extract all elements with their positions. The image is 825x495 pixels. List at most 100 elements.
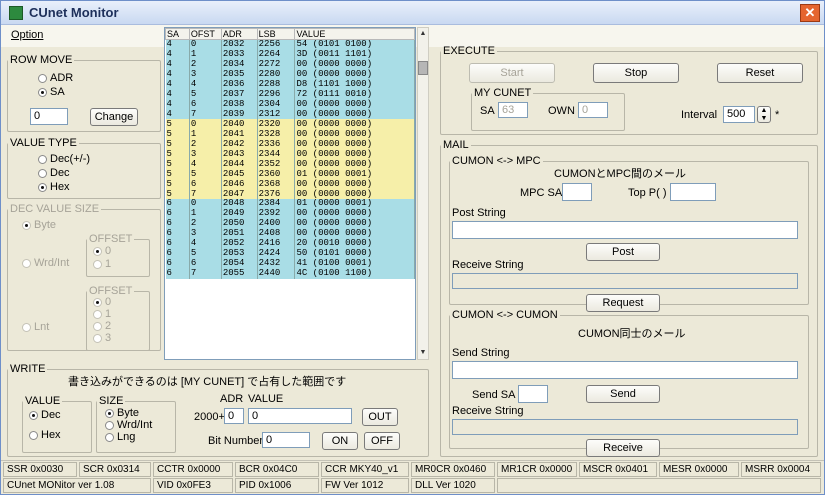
- radio-offset-1[interactable]: 1: [93, 258, 111, 270]
- col-adr[interactable]: ADR: [220, 28, 258, 40]
- window-title: CUnet Monitor: [29, 5, 119, 20]
- row-move-input[interactable]: 0: [30, 108, 68, 125]
- status-fw: FW Ver 1012: [321, 478, 409, 493]
- status-mr0cr: MR0CR 0x0460: [411, 462, 495, 477]
- cell-adr: 2052: [221, 238, 258, 249]
- interval-spinner[interactable]: ▲ ▼: [757, 106, 771, 123]
- mpc-sa-input[interactable]: [562, 183, 592, 201]
- table-row[interactable]: 5 2 2042 2336 00 (0000 0000): [165, 139, 415, 150]
- radio-byte[interactable]: Byte: [22, 219, 56, 231]
- table-row[interactable]: 6 3 2051 2408 00 (0000 0000): [165, 228, 415, 239]
- mycunet-sa-input[interactable]: 63: [498, 102, 528, 118]
- write-legend: WRITE: [10, 363, 46, 375]
- spin-down-icon[interactable]: ▼: [761, 115, 768, 122]
- radio-sa[interactable]: SA: [38, 86, 65, 98]
- table-row[interactable]: 4 0 2032 2256 54 (0101 0100): [165, 39, 415, 50]
- table-row[interactable]: 4 3 2035 2280 00 (0000 0000): [165, 69, 415, 80]
- scroll-thumb[interactable]: [418, 61, 428, 75]
- radio-adr[interactable]: ADR: [38, 72, 73, 84]
- cell-adr: 2046: [221, 179, 258, 190]
- write-value-input[interactable]: 0: [248, 408, 352, 424]
- cell-sa: 4: [165, 39, 190, 50]
- table-row[interactable]: 5 6 2046 2368 00 (0000 0000): [165, 179, 415, 190]
- table-row[interactable]: 5 4 2044 2352 00 (0000 0000): [165, 159, 415, 170]
- radio-dec[interactable]: Dec: [38, 167, 70, 179]
- table-row[interactable]: 6 4 2052 2416 20 (0010 0000): [165, 238, 415, 249]
- table-row[interactable]: 5 1 2041 2328 00 (0000 0000): [165, 129, 415, 140]
- radio-byte-dot: [22, 220, 31, 230]
- radio-dec-signed[interactable]: Dec(+/-): [38, 153, 90, 165]
- post-button[interactable]: Post: [586, 243, 660, 261]
- spin-up-icon[interactable]: ▲: [761, 107, 768, 114]
- table-row[interactable]: 4 7 2039 2312 00 (0000 0000): [165, 109, 415, 120]
- radio-write-hex[interactable]: Hex: [29, 429, 61, 441]
- change-button[interactable]: Change: [90, 108, 138, 126]
- write-value-legend: VALUE: [25, 395, 61, 407]
- col-value[interactable]: VALUE: [294, 28, 415, 40]
- table-row[interactable]: 5 5 2045 2360 01 (0000 0001): [165, 169, 415, 180]
- table-row[interactable]: 5 0 2040 2320 00 (0000 0000): [165, 119, 415, 130]
- radio-lnt[interactable]: Lnt: [22, 321, 49, 333]
- table-row[interactable]: 4 4 2036 2288 D8 (1101 1000): [165, 79, 415, 90]
- status-mscr: MSCR 0x0401: [579, 462, 657, 477]
- radio-hex[interactable]: Hex: [38, 181, 70, 193]
- start-button[interactable]: Start: [469, 63, 555, 83]
- bit-number-input[interactable]: 0: [262, 432, 310, 448]
- interval-input[interactable]: 500: [723, 106, 755, 123]
- table-row[interactable]: 4 2 2034 2272 00 (0000 0000): [165, 59, 415, 70]
- top-p-input[interactable]: [670, 183, 716, 201]
- reset-button[interactable]: Reset: [717, 63, 803, 83]
- table-row[interactable]: 6 0 2048 2384 01 (0000 0001): [165, 199, 415, 209]
- table-row[interactable]: 6 6 2054 2432 41 (0100 0001): [165, 258, 415, 269]
- receive-button[interactable]: Receive: [586, 439, 660, 457]
- cell-sa: 5: [165, 129, 190, 140]
- write-adr-input[interactable]: 0: [224, 408, 244, 424]
- data-grid[interactable]: SA OFST ADR LSB VALUE 4 0 2032 2256 54 (0101…: [164, 27, 416, 360]
- table-row[interactable]: 6 2 2050 2400 00 (0000 0000): [165, 218, 415, 229]
- radio-byte-label: Byte: [34, 219, 57, 231]
- col-sa[interactable]: SA: [165, 28, 190, 40]
- cell-adr: 2051: [221, 228, 258, 239]
- scroll-up-icon[interactable]: ▲: [418, 28, 428, 40]
- table-row[interactable]: 4 5 2037 2296 72 (0111 0010): [165, 89, 415, 100]
- radio-lnt-offset-3[interactable]: 3: [93, 332, 111, 344]
- mycunet-own-input[interactable]: 0: [578, 102, 608, 118]
- table-row[interactable]: 6 5 2053 2424 50 (0101 0000): [165, 248, 415, 259]
- out-button[interactable]: OUT: [362, 408, 398, 426]
- send-string-input[interactable]: [452, 361, 798, 379]
- grid-scrollbar[interactable]: ▲ ▼: [417, 27, 429, 360]
- radio-offset-0[interactable]: 0: [93, 245, 111, 257]
- radio-lnt-offset-0[interactable]: 0: [93, 296, 111, 308]
- scroll-down-icon[interactable]: ▼: [418, 347, 428, 359]
- radio-write-dec[interactable]: Dec: [29, 409, 61, 421]
- menu-option[interactable]: Option: [11, 29, 43, 41]
- radio-size-byte[interactable]: Byte: [105, 407, 139, 419]
- cell-lsb: 2320: [257, 119, 296, 130]
- radio-lnt-offset-2[interactable]: 2: [93, 320, 111, 332]
- close-button[interactable]: ✕: [800, 4, 820, 22]
- on-button[interactable]: ON: [322, 432, 358, 450]
- post-string-input[interactable]: [452, 221, 798, 239]
- radio-hex-label: Hex: [50, 181, 70, 193]
- table-row[interactable]: 4 6 2038 2304 00 (0000 0000): [165, 99, 415, 110]
- table-row[interactable]: 6 7 2055 2440 4C (0100 1100): [165, 268, 415, 279]
- radio-size-lng[interactable]: Lng: [105, 431, 135, 443]
- radio-write-hex-label: Hex: [41, 429, 61, 441]
- table-row[interactable]: 4 1 2033 2264 3D (0011 1101): [165, 49, 415, 60]
- radio-lnt-offset-1[interactable]: 1: [93, 308, 111, 320]
- radio-size-wrd[interactable]: Wrd/Int: [105, 419, 152, 431]
- send-sa-input[interactable]: [518, 385, 548, 403]
- radio-wrd[interactable]: Wrd/Int: [22, 257, 69, 269]
- cell-ofst: 4: [189, 238, 222, 249]
- col-lsb[interactable]: LSB: [256, 28, 296, 40]
- table-row[interactable]: 5 7 2047 2376 00 (0000 0000): [165, 189, 415, 199]
- status-version: CUnet MONitor ver 1.08: [3, 478, 151, 493]
- send-button[interactable]: Send: [586, 385, 660, 403]
- off-button[interactable]: OFF: [364, 432, 400, 450]
- table-row[interactable]: 6 1 2049 2392 00 (0000 0000): [165, 208, 415, 219]
- cell-value: 00 (0000 0000): [294, 69, 415, 80]
- table-row[interactable]: 5 3 2043 2344 00 (0000 0000): [165, 149, 415, 160]
- col-ofst[interactable]: OFST: [188, 28, 222, 40]
- stop-button[interactable]: Stop: [593, 63, 679, 83]
- radio-dec-label: Dec: [50, 167, 70, 179]
